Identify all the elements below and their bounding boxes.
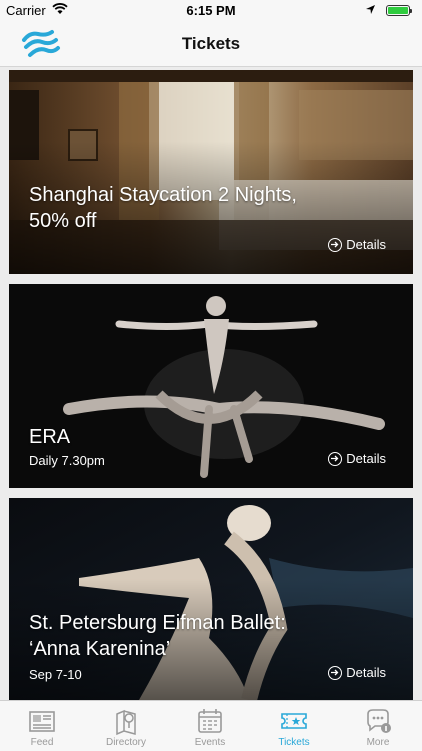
- tab-label: More: [366, 737, 390, 748]
- ticket-card-ballet[interactable]: St. Petersburg Eifman Ballet: ‘Anna Kare…: [9, 498, 413, 700]
- navigation-bar: Tickets: [0, 22, 422, 67]
- details-link[interactable]: Details: [328, 237, 386, 252]
- ticket-icon: [281, 713, 307, 729]
- clock: 6:15 PM: [186, 3, 236, 18]
- tab-bar: Feed Directory Events Tickets More: [0, 700, 422, 751]
- tab-directory[interactable]: Directory: [84, 701, 168, 751]
- card-title-line: St. Petersburg Eifman Ballet:: [29, 612, 286, 634]
- ticket-card-staycation[interactable]: Shanghai Staycation 2 Nights, 50% off De…: [9, 70, 413, 274]
- card-subtitle: Sep 7-10: [29, 667, 82, 682]
- arrow-circle-icon: [328, 665, 343, 680]
- card-subtitle: Daily 7.30pm: [29, 453, 105, 468]
- tab-feed[interactable]: Feed: [0, 701, 84, 751]
- tab-events[interactable]: Events: [168, 701, 252, 751]
- tab-tickets[interactable]: Tickets: [252, 701, 336, 751]
- details-link[interactable]: Details: [328, 451, 386, 466]
- battery-icon: [386, 5, 412, 16]
- chat-info-icon: [367, 709, 391, 733]
- details-label: Details: [346, 237, 386, 252]
- ticket-card-era[interactable]: ERA Daily 7.30pm Details: [9, 284, 413, 488]
- location-arrow-icon: [365, 3, 376, 18]
- details-label: Details: [346, 665, 386, 680]
- arrow-circle-icon: [328, 237, 343, 252]
- calendar-icon: [198, 709, 222, 733]
- card-title: Shanghai Staycation 2 Nights, 50% off: [29, 182, 297, 234]
- tab-label: Feed: [30, 737, 54, 748]
- card-title-line: ‘Anna Karenina’: [29, 638, 171, 660]
- tab-label: Events: [194, 737, 226, 748]
- tab-label: Tickets: [278, 737, 310, 748]
- card-title: ERA: [29, 426, 71, 448]
- arrow-circle-icon: [328, 451, 343, 466]
- card-title: St. Petersburg Eifman Ballet: ‘Anna Kare…: [29, 610, 286, 662]
- tab-more[interactable]: More: [336, 701, 420, 751]
- tab-label: Directory: [105, 737, 146, 748]
- card-title-line: Shanghai Staycation 2 Nights,: [29, 184, 297, 206]
- card-title-line: 50% off: [29, 210, 97, 232]
- map-pin-icon: [116, 709, 136, 736]
- status-bar: Carrier 6:15 PM: [0, 0, 422, 22]
- details-label: Details: [346, 451, 386, 466]
- details-link[interactable]: Details: [328, 665, 386, 680]
- newspaper-icon: [29, 711, 55, 732]
- page-title: Tickets: [181, 34, 241, 53]
